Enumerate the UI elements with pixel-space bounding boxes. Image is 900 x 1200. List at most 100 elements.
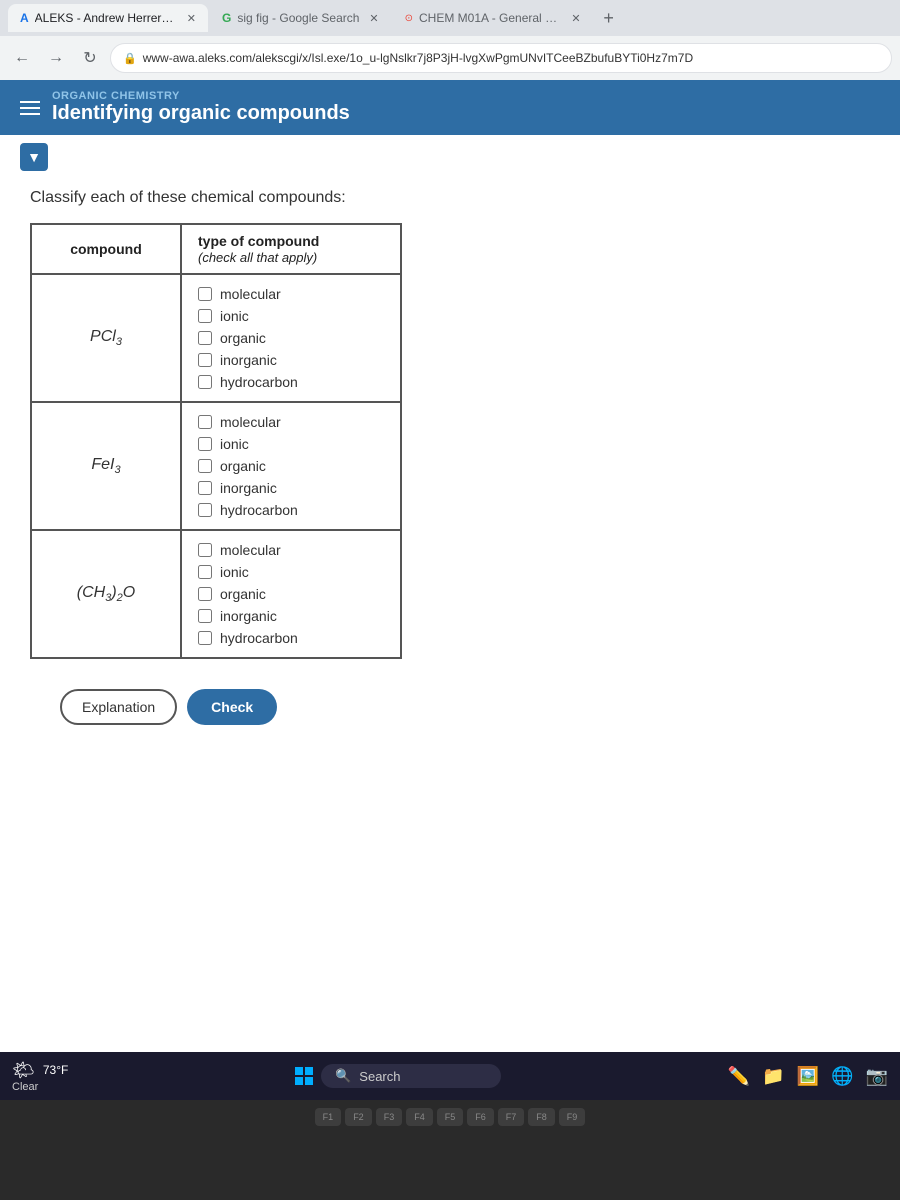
browser-wrapper: A ALEKS - Andrew Herrera - Learn ✕ G sig… (0, 0, 900, 1096)
checkbox-fei3-ionic[interactable] (198, 437, 212, 451)
options-cell-ch3o: molecular ionic organic (181, 530, 401, 658)
option-pcl3-molecular[interactable]: molecular (198, 283, 384, 305)
compound-cell-ch3o: (CH3)2O (31, 530, 181, 658)
question-area: Classify each of these chemical compound… (0, 179, 900, 755)
key-f1[interactable]: F1 (315, 1108, 342, 1126)
tab-chem-close[interactable]: ✕ (571, 12, 580, 25)
formula-ch3o: (CH3)2O (77, 584, 135, 601)
checkbox-fei3-organic[interactable] (198, 459, 212, 473)
tab-aleks-icon: A (20, 11, 29, 25)
taskbar-search-box[interactable]: 🔍 Search (321, 1064, 501, 1088)
option-fei3-hydrocarbon[interactable]: hydrocarbon (198, 499, 384, 521)
column-header-compound: compound (31, 224, 181, 274)
tab-google[interactable]: G sig fig - Google Search ✕ (210, 4, 391, 32)
checkbox-ch3o-inorganic[interactable] (198, 609, 212, 623)
explanation-button[interactable]: Explanation (60, 689, 177, 725)
option-pcl3-inorganic[interactable]: inorganic (198, 349, 384, 371)
key-f2[interactable]: F2 (345, 1108, 372, 1126)
key-f7[interactable]: F7 (498, 1108, 525, 1126)
win-square-1 (295, 1067, 303, 1075)
bottom-buttons: Explanation Check (30, 679, 870, 735)
check-button[interactable]: Check (187, 689, 277, 725)
header-text: ORGANIC CHEMISTRY Identifying organic co… (52, 90, 350, 125)
option-ch3o-inorganic[interactable]: inorganic (198, 605, 384, 627)
key-f3[interactable]: F3 (376, 1108, 403, 1126)
windows-start-button[interactable] (295, 1067, 313, 1085)
key-f4[interactable]: F4 (406, 1108, 433, 1126)
hamburger-line2 (20, 107, 40, 109)
checkbox-ch3o-organic[interactable] (198, 587, 212, 601)
hamburger-menu[interactable] (20, 101, 40, 115)
option-ch3o-organic[interactable]: organic (198, 583, 384, 605)
tab-aleks-label: ALEKS - Andrew Herrera - Learn (35, 11, 177, 25)
weather-icon: 🌤 (12, 1060, 35, 1081)
table-row: PCl3 molecular ionic (31, 274, 401, 402)
back-button[interactable]: ← (8, 44, 36, 72)
option-ch3o-molecular[interactable]: molecular (198, 539, 384, 561)
formula-pcl3: PCl3 (90, 328, 122, 345)
options-cell-pcl3: molecular ionic organic (181, 274, 401, 402)
checkbox-pcl3-molecular[interactable] (198, 287, 212, 301)
checkbox-pcl3-organic[interactable] (198, 331, 212, 345)
option-pcl3-organic[interactable]: organic (198, 327, 384, 349)
checkbox-pcl3-hydrocarbon[interactable] (198, 375, 212, 389)
win-square-2 (305, 1067, 313, 1075)
tab-aleks-close[interactable]: ✕ (187, 12, 196, 25)
table-row: FeI3 molecular ionic (31, 402, 401, 530)
key-f8[interactable]: F8 (528, 1108, 555, 1126)
taskbar-icon-1[interactable]: ✏️ (728, 1066, 750, 1087)
type-header-main: type of compound (198, 233, 319, 249)
chevron-down-icon: ▼ (27, 149, 41, 165)
option-fei3-organic[interactable]: organic (198, 455, 384, 477)
tab-chem-icon: ⊙ (405, 13, 413, 24)
option-ch3o-hydrocarbon[interactable]: hydrocarbon (198, 627, 384, 649)
weather-block: 🌤 73°F Clear (12, 1060, 68, 1093)
taskbar-center: 🔍 Search (78, 1064, 718, 1088)
weather-temp: 73°F (43, 1063, 68, 1077)
question-text: Classify each of these chemical compound… (30, 189, 870, 207)
checkbox-ch3o-hydrocarbon[interactable] (198, 631, 212, 645)
checkbox-fei3-inorganic[interactable] (198, 481, 212, 495)
address-text: www-awa.aleks.com/alekscgi/x/Isl.exe/1o_… (143, 51, 693, 65)
option-ch3o-ionic[interactable]: ionic (198, 561, 384, 583)
refresh-button[interactable]: ↻ (76, 44, 104, 72)
forward-button[interactable]: → (42, 44, 70, 72)
checkbox-ch3o-ionic[interactable] (198, 565, 212, 579)
key-f9[interactable]: F9 (559, 1108, 586, 1126)
tab-google-close[interactable]: ✕ (369, 12, 378, 25)
chevron-dropdown-button[interactable]: ▼ (20, 143, 48, 171)
tab-google-icon: G (222, 11, 231, 25)
keyboard-area: F1 F2 F3 F4 F5 F6 F7 F8 F9 (0, 1100, 900, 1200)
type-header-sub: (check all that apply) (198, 250, 317, 265)
table-row: (CH3)2O molecular ionic (31, 530, 401, 658)
option-fei3-molecular[interactable]: molecular (198, 411, 384, 433)
taskbar: 🌤 73°F Clear 🔍 Search ✏️ 📁 🖼️ 🌐 📷 (0, 1052, 900, 1100)
tab-aleks[interactable]: A ALEKS - Andrew Herrera - Learn ✕ (8, 4, 208, 32)
taskbar-icon-4[interactable]: 🌐 (831, 1066, 853, 1087)
checkbox-ch3o-molecular[interactable] (198, 543, 212, 557)
header-subtitle: ORGANIC CHEMISTRY (52, 90, 350, 102)
checkbox-pcl3-ionic[interactable] (198, 309, 212, 323)
address-bar[interactable]: 🔒 www-awa.aleks.com/alekscgi/x/Isl.exe/1… (110, 43, 892, 73)
key-f6[interactable]: F6 (467, 1108, 494, 1126)
option-pcl3-ionic[interactable]: ionic (198, 305, 384, 327)
option-fei3-ionic[interactable]: ionic (198, 433, 384, 455)
tab-bar: A ALEKS - Andrew Herrera - Learn ✕ G sig… (0, 0, 900, 36)
taskbar-icon-3[interactable]: 🖼️ (797, 1066, 819, 1087)
new-tab-button[interactable]: + (595, 4, 623, 32)
option-fei3-inorganic[interactable]: inorganic (198, 477, 384, 499)
checkbox-pcl3-inorganic[interactable] (198, 353, 212, 367)
taskbar-icon-5[interactable]: 📷 (866, 1066, 888, 1087)
checkbox-fei3-hydrocarbon[interactable] (198, 503, 212, 517)
search-icon: 🔍 (335, 1068, 351, 1084)
key-f5[interactable]: F5 (437, 1108, 464, 1126)
taskbar-icon-2[interactable]: 📁 (762, 1066, 784, 1087)
hamburger-line3 (20, 113, 40, 115)
column-header-type: type of compound (check all that apply) (181, 224, 401, 274)
win-square-4 (305, 1077, 313, 1085)
tab-chem[interactable]: ⊙ CHEM M01A - General Chemistry ✕ (393, 4, 593, 32)
checkbox-fei3-molecular[interactable] (198, 415, 212, 429)
aleks-header: ORGANIC CHEMISTRY Identifying organic co… (0, 80, 900, 135)
formula-fei3: FeI3 (91, 456, 120, 473)
option-pcl3-hydrocarbon[interactable]: hydrocarbon (198, 371, 384, 393)
